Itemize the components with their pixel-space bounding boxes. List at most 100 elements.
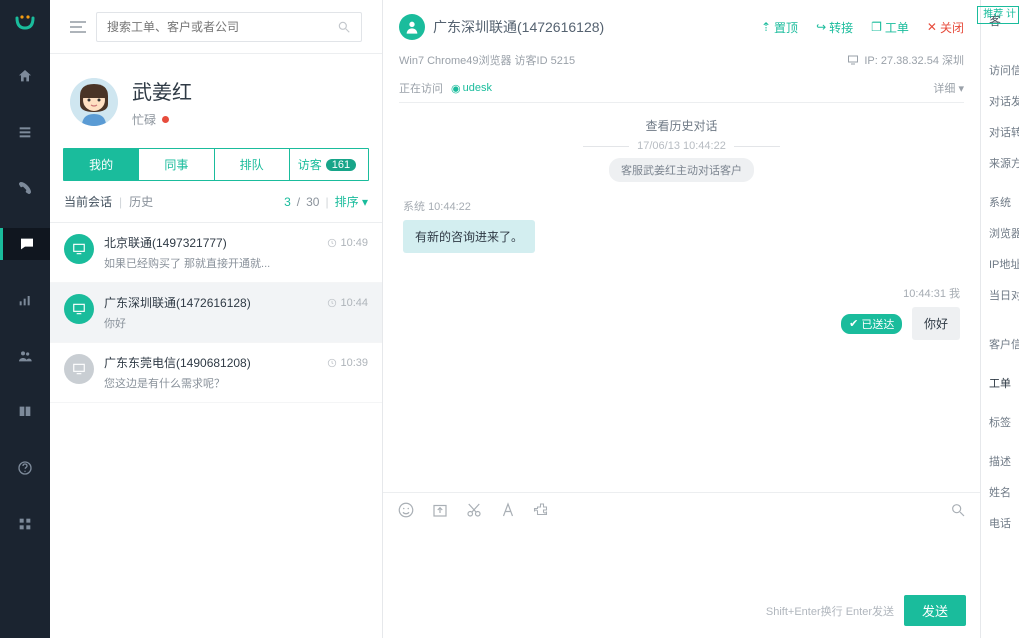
nav-list[interactable]	[0, 116, 50, 148]
tab-queue[interactable]: 排队	[214, 149, 289, 180]
monitor-icon	[847, 54, 859, 66]
conversation-item[interactable]: 北京联通(1497321777) 10:49 如果已经购买了 那就直接开通就..…	[50, 223, 382, 283]
visiting-label: 正在访问	[399, 80, 443, 96]
right-dialog-a: 对话发	[989, 93, 1019, 109]
busy-dot-icon	[162, 116, 169, 123]
agent-avatar	[70, 78, 118, 126]
conv-preview: 如果已经购买了 那就直接开通就...	[104, 255, 368, 271]
right-desc: 描述	[989, 453, 1019, 469]
close-action[interactable]: ✕ 关闭	[927, 19, 964, 36]
nav-users[interactable]	[0, 340, 50, 372]
composer-toolbar	[383, 493, 980, 527]
channel-icon	[64, 354, 94, 384]
right-ticket[interactable]: 工单	[989, 375, 1019, 391]
chat-body: 查看历史对话 17/06/13 10:44:22 客服武姜红主动对话客户 系统 …	[383, 103, 980, 492]
history-link[interactable]: 查看历史对话	[403, 117, 960, 134]
nav-call[interactable]	[0, 172, 50, 204]
right-tag: 标签	[989, 414, 1019, 430]
sort-toggle[interactable]: 排序 ▾	[335, 193, 368, 210]
close-icon: ✕	[927, 20, 937, 34]
conv-time: 10:49	[327, 237, 368, 249]
composer-search-icon[interactable]	[950, 502, 966, 518]
tab-colleague[interactable]: 同事	[138, 149, 213, 180]
chat-panel: 广东深圳联通(1472616128) ⇡ 置顶 ↪ 转接 ❐ 工单 ✕ 关闭 W…	[383, 0, 981, 638]
conv-preview: 您这边是有什么需求呢？	[104, 375, 368, 391]
logo-icon	[13, 12, 37, 36]
right-source: 来源方	[989, 155, 1019, 171]
right-phone: 电话	[989, 515, 1019, 531]
search-bar	[50, 0, 382, 54]
nav-book[interactable]	[0, 396, 50, 428]
conversation-item[interactable]: 广东深圳联通(1472616128) 10:44 你好	[50, 283, 382, 343]
right-panel: 客 访问信 对话发 对话转 来源方 系统 浏览器 IP地址 当日对 客户信 工单…	[981, 0, 1019, 638]
emoji-icon[interactable]	[397, 501, 415, 519]
nav-chat[interactable]	[0, 228, 50, 260]
search-input[interactable]	[107, 20, 337, 34]
visitor-name: 广东深圳联通(1472616128)	[433, 17, 604, 37]
plugin-icon[interactable]	[533, 501, 551, 519]
nav-help[interactable]	[0, 452, 50, 484]
conversation-item[interactable]: 广东东莞电信(1490681208) 10:39 您这边是有什么需求呢？	[50, 343, 382, 403]
right-today: 当日对	[989, 287, 1019, 303]
search-box[interactable]	[96, 12, 362, 42]
right-customer: 客户信	[989, 336, 1019, 352]
right-ip: IP地址	[989, 256, 1019, 272]
send-button[interactable]: 发送	[904, 595, 966, 626]
check-icon: ✔	[849, 317, 858, 330]
send-hint: Shift+Enter换行 Enter发送	[766, 603, 894, 619]
agent-status[interactable]: 忙碌	[132, 111, 192, 128]
right-bubble: 你好	[912, 307, 960, 340]
right-visit-info: 访问信	[989, 62, 1019, 78]
tab-mine[interactable]: 我的	[64, 149, 138, 180]
nav-apps[interactable]	[0, 508, 50, 540]
cut-icon[interactable]	[465, 501, 483, 519]
channel-icon	[64, 234, 94, 264]
right-system: 系统	[989, 194, 1019, 210]
search-icon[interactable]	[337, 20, 351, 34]
delivered-chip: ✔已送达	[841, 314, 902, 334]
right-name: 姓名	[989, 484, 1019, 500]
ip-info: IP: 27.38.32.54 深圳	[864, 52, 964, 68]
tab-visitor[interactable]: 访客161	[289, 149, 368, 180]
transfer-icon: ↪	[816, 20, 826, 34]
agent-profile: 武姜红 忙碌	[50, 54, 382, 142]
font-icon[interactable]	[499, 501, 517, 519]
conv-title: 北京联通(1497321777)	[104, 234, 227, 251]
conv-filter-tabs: 我的 同事 排队 访客161	[63, 148, 369, 181]
ticket-action[interactable]: ❐ 工单	[871, 19, 909, 36]
subbar-current[interactable]: 当前会话	[64, 193, 112, 210]
agent-name: 武姜红	[132, 76, 192, 105]
visiting-url[interactable]: ◉ udesk	[451, 82, 492, 95]
nav-rail	[0, 0, 50, 638]
chat-header: 广东深圳联通(1472616128) ⇡ 置顶 ↪ 转接 ❐ 工单 ✕ 关闭 W…	[383, 0, 980, 103]
menu-icon[interactable]	[70, 20, 86, 34]
chevron-down-icon: ▾	[958, 83, 964, 95]
nav-home[interactable]	[0, 60, 50, 92]
channel-icon	[64, 294, 94, 324]
pin-icon: ⇡	[761, 20, 771, 34]
recommend-badge[interactable]: 推荐 计	[977, 6, 1019, 24]
conv-time: 10:44	[327, 297, 368, 309]
visitor-avatar-icon	[399, 14, 425, 40]
timestamp-divider: 17/06/13 10:44:22	[403, 140, 960, 152]
conv-title: 广东东莞电信(1490681208)	[104, 354, 251, 371]
pin-action[interactable]: ⇡ 置顶	[761, 19, 798, 36]
upload-icon[interactable]	[431, 501, 449, 519]
nav-stats[interactable]	[0, 284, 50, 316]
conv-preview: 你好	[104, 315, 368, 331]
main-area: 广东深圳联通(1472616128) ⇡ 置顶 ↪ 转接 ❐ 工单 ✕ 关闭 W…	[383, 0, 1019, 638]
transfer-action[interactable]: ↪ 转接	[816, 19, 853, 36]
browser-info: Win7 Chrome49浏览器 访客ID 5215	[399, 52, 575, 68]
detail-toggle[interactable]: 详细 ▾	[933, 80, 964, 96]
message-input[interactable]	[383, 527, 980, 587]
right-browser: 浏览器	[989, 225, 1019, 241]
conv-subbar: 当前会话 | 历史 3 / 30 | 排序 ▾	[50, 181, 382, 222]
right-dialog-b: 对话转	[989, 124, 1019, 140]
subbar-history[interactable]: 历史	[129, 193, 153, 210]
conversation-list: 北京联通(1497321777) 10:49 如果已经购买了 那就直接开通就..…	[50, 222, 382, 638]
system-chip: 客服武姜红主动对话客户	[609, 158, 754, 182]
chevron-down-icon: ▾	[362, 195, 368, 209]
visitor-count-badge: 161	[326, 159, 356, 171]
left-bubble: 有新的咨询进来了。	[403, 220, 535, 253]
conv-time: 10:39	[327, 357, 368, 369]
